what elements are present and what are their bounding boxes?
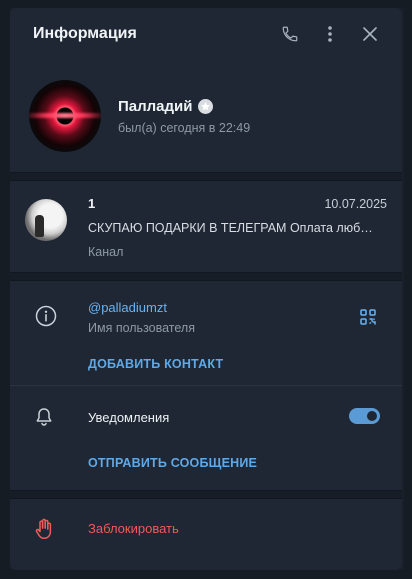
profile-section: Палладий был(а) сегодня в 22:49	[10, 60, 402, 172]
info-icon	[35, 305, 57, 332]
avatar[interactable]	[29, 80, 101, 152]
username-label: Имя пользователя	[88, 321, 195, 335]
channel-body: 1 10.07.2025 СКУПАЮ ПОДАРКИ В ТЕЛЕГРАМ О…	[88, 181, 387, 272]
section-divider	[10, 490, 402, 499]
user-info-dialog: Информация Палладий был(а) сегодня в 22:…	[10, 8, 402, 570]
block-user-row[interactable]: Заблокировать	[10, 499, 402, 561]
section-divider	[10, 272, 402, 281]
notifications-label: Уведомления	[88, 410, 170, 425]
background-app-bottom	[0, 569, 412, 579]
more-options-icon[interactable]	[320, 24, 340, 44]
notifications-toggle[interactable]	[349, 408, 380, 424]
background-app-right	[404, 0, 412, 579]
send-message-button[interactable]: ОТПРАВИТЬ СООБЩЕНИЕ	[88, 456, 257, 470]
channel-type-label: Канал	[88, 245, 124, 259]
channel-avatar	[25, 199, 67, 241]
profile-info: Палладий был(а) сегодня в 22:49	[118, 98, 250, 135]
channel-last-message: СКУПАЮ ПОДАРКИ В ТЕЛЕГРАМ Оплата люб…	[88, 221, 373, 235]
star-badge-icon[interactable]	[197, 98, 213, 114]
channel-name: 1	[88, 196, 96, 211]
dialog-header: Информация	[10, 8, 402, 60]
background-app-left	[0, 0, 10, 579]
block-user-label: Заблокировать	[88, 521, 179, 536]
bell-icon	[35, 407, 53, 432]
phone-icon[interactable]	[280, 24, 300, 44]
profile-name: Палладий	[118, 97, 193, 115]
qr-code-icon[interactable]	[360, 309, 376, 330]
channel-header-row: 1 10.07.2025	[88, 196, 387, 211]
toggle-knob	[365, 409, 379, 423]
background-app-top	[0, 0, 412, 8]
notifications-section: Уведомления ОТПРАВИТЬ СООБЩЕНИЕ	[10, 386, 402, 490]
username-section: @palladiumzt Имя пользователя ДОБАВИТЬ К…	[10, 281, 402, 385]
channel-date: 10.07.2025	[324, 197, 387, 211]
username-value[interactable]: @palladiumzt	[88, 300, 167, 315]
dialog-title: Информация	[33, 25, 137, 42]
hand-stop-icon	[35, 518, 53, 545]
section-divider	[10, 172, 402, 181]
add-contact-button[interactable]: ДОБАВИТЬ КОНТАКТ	[88, 357, 223, 371]
personal-channel-item[interactable]: 1 10.07.2025 СКУПАЮ ПОДАРКИ В ТЕЛЕГРАМ О…	[10, 181, 402, 272]
close-icon[interactable]	[360, 24, 380, 44]
profile-status: был(а) сегодня в 22:49	[118, 120, 251, 135]
name-row: Палладий	[118, 98, 250, 115]
